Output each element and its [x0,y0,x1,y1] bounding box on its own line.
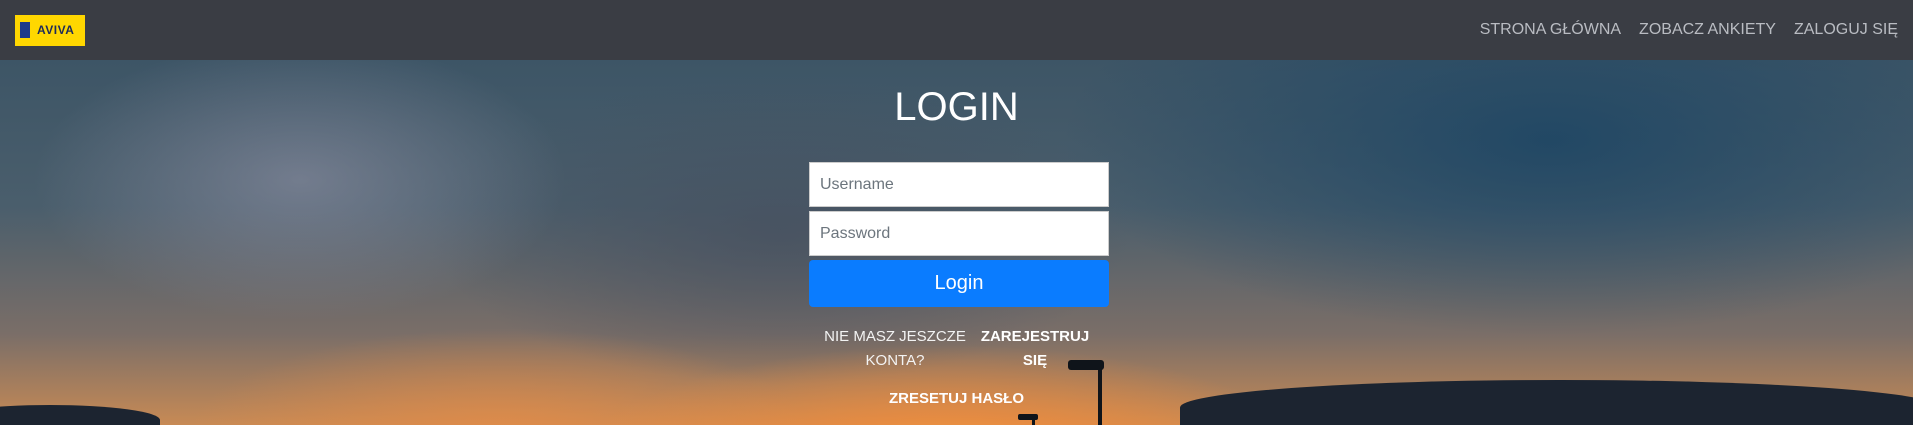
nav-links: STRONA GŁÓWNA ZOBACZ ANKIETY ZALOGUJ SIĘ [1480,21,1898,39]
street-lamp-head [1018,414,1038,420]
top-navbar: AVIVA STRONA GŁÓWNA ZOBACZ ANKIETY ZALOG… [0,0,1913,60]
aviva-logo-mark-icon [20,22,33,38]
login-button[interactable]: Login [809,260,1109,307]
reset-password-row: ZRESETUJ HASŁO [0,390,1913,407]
register-link[interactable]: ZAREJESTRUJ SIĘ [970,325,1100,373]
hill-silhouette [0,405,160,425]
logo-text: AVIVA [37,23,75,37]
nav-link-home[interactable]: STRONA GŁÓWNA [1480,21,1621,39]
reset-password-link[interactable]: ZRESETUJ HASŁO [889,390,1024,407]
register-row: NIE MASZ JESZCZE KONTA? ZAREJESTRUJ SIĘ [820,325,1110,373]
username-input[interactable] [809,162,1109,207]
login-title: LOGIN [894,85,1019,129]
login-form: Login [809,162,1109,307]
no-account-text: NIE MASZ JESZCZE KONTA? [824,328,966,369]
nav-link-login[interactable]: ZALOGUJ SIĘ [1794,21,1898,39]
nav-link-surveys[interactable]: ZOBACZ ANKIETY [1639,21,1776,39]
aviva-logo[interactable]: AVIVA [15,14,85,46]
password-input[interactable] [809,211,1109,256]
